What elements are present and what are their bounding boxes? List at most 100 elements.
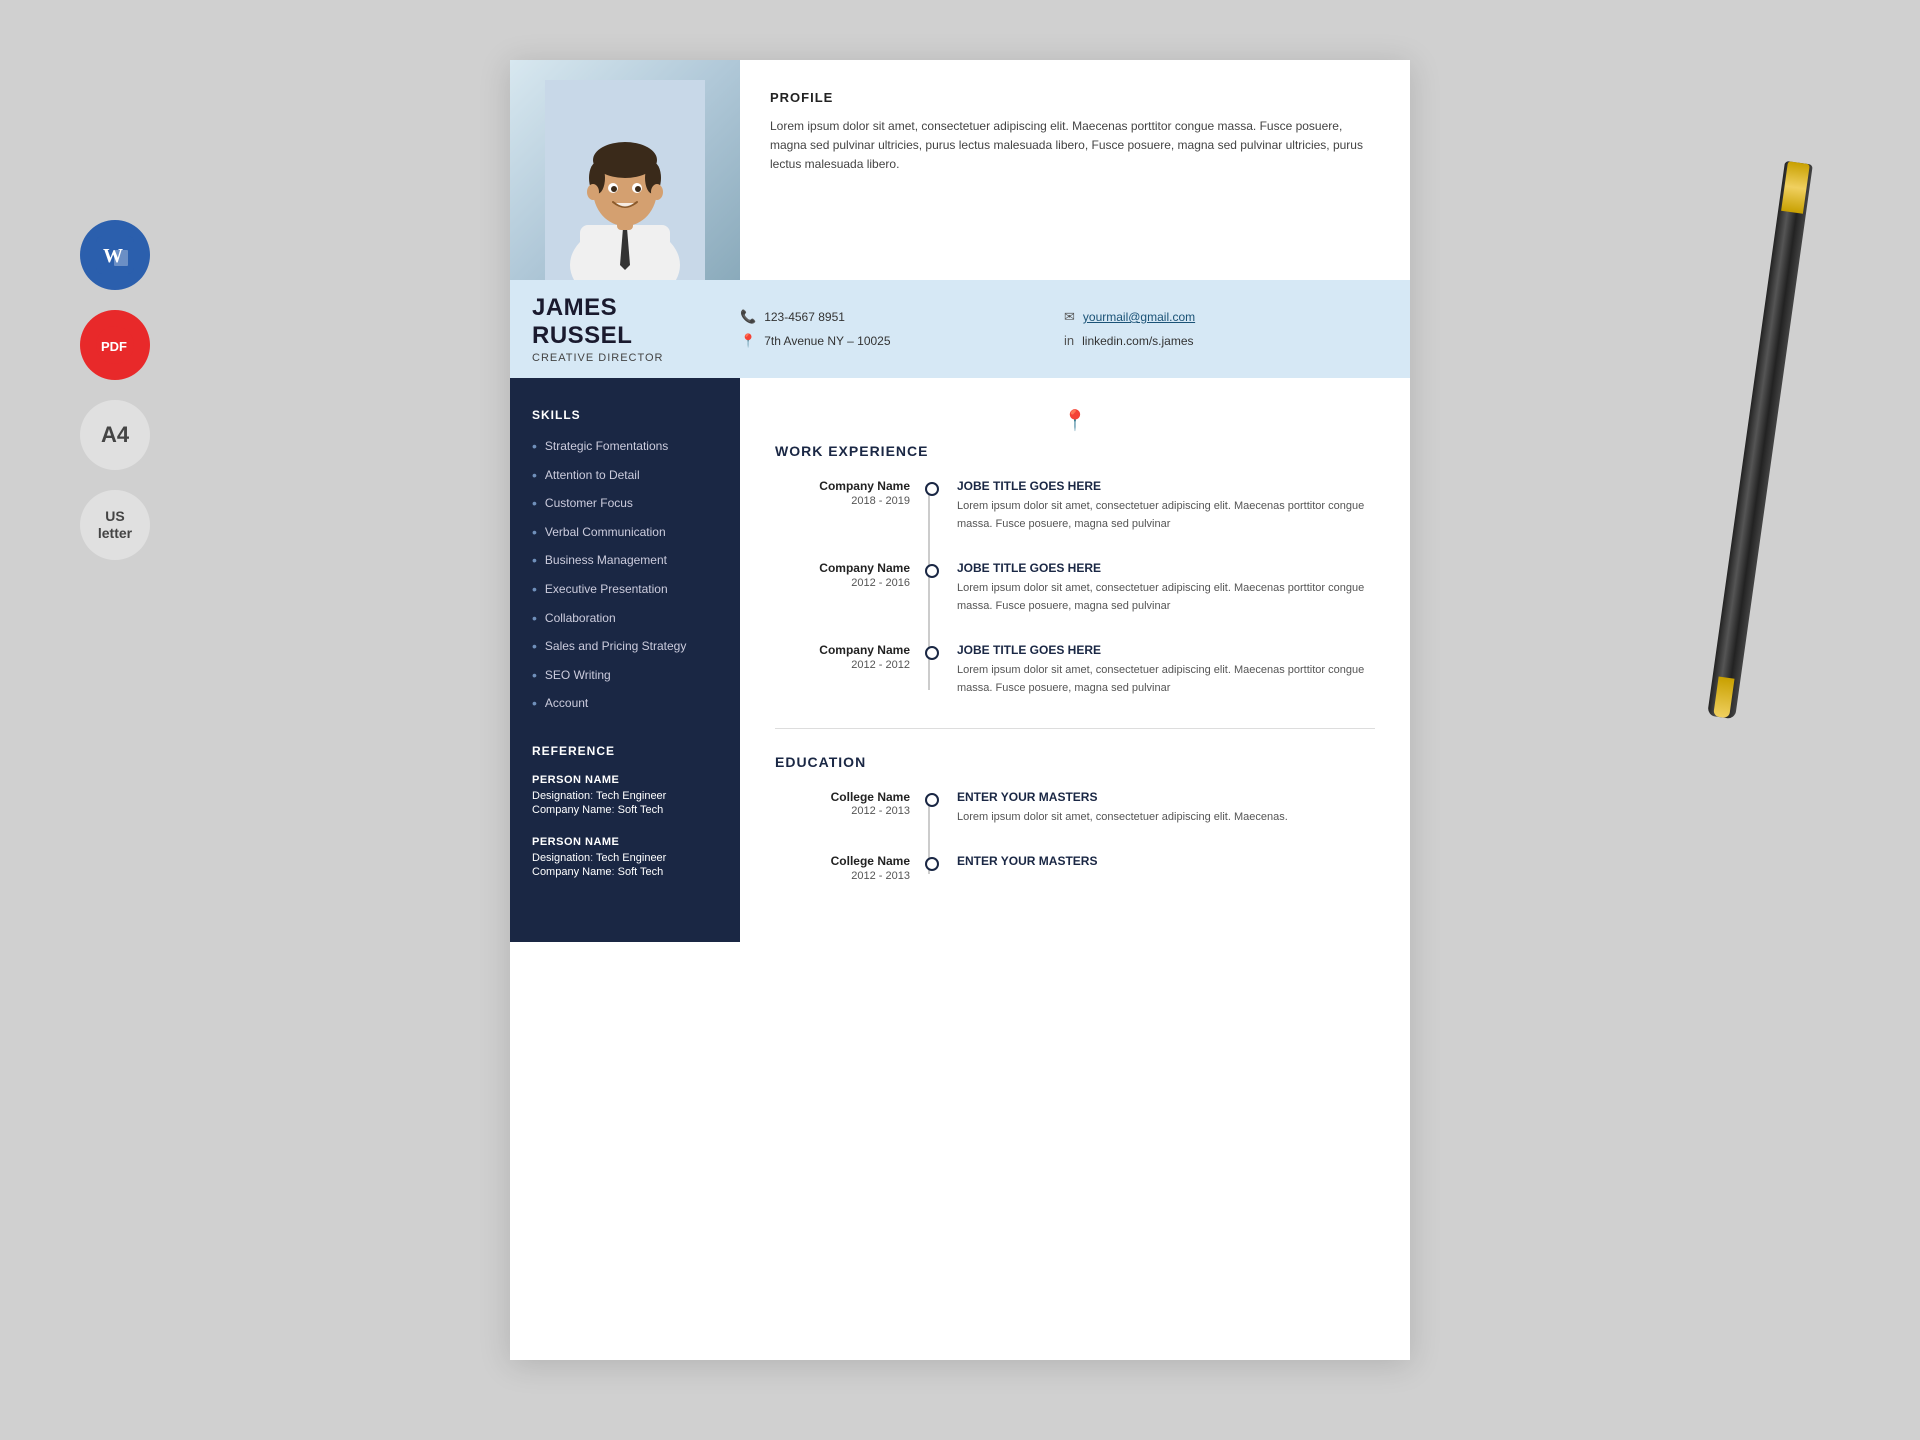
name-bar: JAMES RUSSEL CREATIVE DIRECTOR 📞 123-456… <box>510 280 1410 378</box>
work-item-1: Company Name 2018 - 2019 JOBE TITLE GOES… <box>775 479 1375 533</box>
side-icons-panel: W PDF A4 USletter <box>80 220 150 560</box>
ref-designation-value-1: Tech Engineer <box>596 790 666 802</box>
name-area: JAMES RUSSEL CREATIVE DIRECTOR <box>532 294 740 364</box>
edu-desc-1: Lorem ipsum dolor sit amet, consectetuer… <box>957 809 1375 827</box>
work-item-2-left: Company Name 2012 - 2016 <box>775 561 925 615</box>
timeline-dot-3 <box>925 646 939 660</box>
sidebar: SKILLS Strategic Fomentations Attention … <box>510 378 740 942</box>
work-experience-title: WORK EXPERIENCE <box>775 443 1375 459</box>
contact-address: 📍 7th Avenue NY – 10025 <box>740 333 1064 349</box>
edu-item-1-left: College Name 2012 - 2013 <box>775 790 925 827</box>
work-desc-3: Lorem ipsum dolor sit amet, consectetuer… <box>957 662 1375 697</box>
us-label: USletter <box>98 508 132 542</box>
list-item: Business Management <box>532 552 718 571</box>
edu-degree-2: ENTER YOUR MASTERS <box>957 854 1375 868</box>
person-name: JAMES RUSSEL <box>532 294 720 350</box>
pdf-icon[interactable]: PDF <box>80 310 150 380</box>
ref-designation-2: Designation: Tech Engineer <box>532 852 718 864</box>
work-item-3-right: JOBE TITLE GOES HERE Lorem ipsum dolor s… <box>939 643 1375 697</box>
work-item-3-left: Company Name 2012 - 2012 <box>775 643 925 697</box>
work-item-2: Company Name 2012 - 2016 JOBE TITLE GOES… <box>775 561 1375 615</box>
education-timeline: College Name 2012 - 2013 ENTER YOUR MAST… <box>775 790 1375 882</box>
work-title-1: JOBE TITLE GOES HERE <box>957 479 1375 493</box>
location-icon: 📍 <box>740 333 756 349</box>
list-item: SEO Writing <box>532 667 718 686</box>
header-top: PROFILE Lorem ipsum dolor sit amet, cons… <box>510 60 1410 280</box>
ref-name-1: PERSON NAME <box>532 774 718 786</box>
ref-designation-label-2: Designation <box>532 852 590 864</box>
photo-area <box>510 60 740 280</box>
work-experience-timeline: Company Name 2018 - 2019 JOBE TITLE GOES… <box>775 479 1375 698</box>
section-divider <box>775 728 1375 729</box>
contact-phone: 📞 123-4567 8951 <box>740 309 1064 325</box>
word-icon[interactable]: W <box>80 220 150 290</box>
ref-designation-1: Designation: Tech Engineer <box>532 790 718 802</box>
work-date-3: 2012 - 2012 <box>775 659 910 671</box>
work-company-3: Company Name <box>775 643 910 659</box>
pin-icon: 📍 <box>775 408 1375 433</box>
email-icon: ✉ <box>1064 309 1075 325</box>
reference-entry-2: PERSON NAME Designation: Tech Engineer C… <box>532 836 718 878</box>
linkedin-link[interactable]: linkedin.com/s.james <box>1082 334 1193 348</box>
a4-label: A4 <box>101 422 129 448</box>
list-item: Executive Presentation <box>532 581 718 600</box>
work-title-2: JOBE TITLE GOES HERE <box>957 561 1375 575</box>
work-title-3: JOBE TITLE GOES HERE <box>957 643 1375 657</box>
address-text: 7th Avenue NY – 10025 <box>764 334 890 348</box>
work-desc-2: Lorem ipsum dolor sit amet, consectetuer… <box>957 580 1375 615</box>
resume-header: PROFILE Lorem ipsum dolor sit amet, cons… <box>510 60 1410 378</box>
main-content: 📍 WORK EXPERIENCE Company Name 2018 - 20… <box>740 378 1410 942</box>
ref-company-label-2: Company Name <box>532 866 611 878</box>
email-link[interactable]: yourmail@gmail.com <box>1083 310 1195 324</box>
skills-list: Strategic Fomentations Attention to Deta… <box>532 438 718 714</box>
work-item-1-left: Company Name 2018 - 2019 <box>775 479 925 533</box>
ref-company-value-2: Soft Tech <box>618 866 664 878</box>
contact-col-left: 📞 123-4567 8951 📍 7th Avenue NY – 10025 <box>740 309 1064 349</box>
skills-section-title: SKILLS <box>532 408 718 422</box>
edu-item-1-right: ENTER YOUR MASTERS Lorem ipsum dolor sit… <box>939 790 1375 827</box>
work-date-2: 2012 - 2016 <box>775 577 910 589</box>
phone-icon: 📞 <box>740 309 756 325</box>
reference-section-title: REFERENCE <box>532 744 718 758</box>
edu-item-2-left: College Name 2012 - 2013 <box>775 854 925 882</box>
a4-icon[interactable]: A4 <box>80 400 150 470</box>
edu-item-1: College Name 2012 - 2013 ENTER YOUR MAST… <box>775 790 1375 827</box>
ref-company-2: Company Name: Soft Tech <box>532 866 718 878</box>
contact-info: 📞 123-4567 8951 📍 7th Avenue NY – 10025 … <box>740 309 1388 349</box>
pen-decoration <box>1730 160 1790 740</box>
edu-date-2: 2012 - 2013 <box>775 870 910 882</box>
list-item: Attention to Detail <box>532 467 718 486</box>
ref-name-2: PERSON NAME <box>532 836 718 848</box>
list-item: Collaboration <box>532 610 718 629</box>
edu-dot-2 <box>925 857 939 871</box>
svg-text:PDF: PDF <box>101 339 127 354</box>
work-desc-1: Lorem ipsum dolor sit amet, consectetuer… <box>957 498 1375 533</box>
resume-body: SKILLS Strategic Fomentations Attention … <box>510 378 1410 942</box>
phone-number: 123-4567 8951 <box>764 310 845 324</box>
timeline-dot-1 <box>925 482 939 496</box>
reference-entry-1: PERSON NAME Designation: Tech Engineer C… <box>532 774 718 816</box>
us-letter-icon[interactable]: USletter <box>80 490 150 560</box>
contact-col-right: ✉ yourmail@gmail.com in linkedin.com/s.j… <box>1064 309 1388 349</box>
profile-photo <box>510 60 740 280</box>
list-item: Strategic Fomentations <box>532 438 718 457</box>
work-company-1: Company Name <box>775 479 910 495</box>
edu-college-1: College Name <box>775 790 910 806</box>
linkedin-icon: in <box>1064 333 1074 348</box>
ref-company-1: Company Name: Soft Tech <box>532 804 718 816</box>
edu-item-2-right: ENTER YOUR MASTERS <box>939 854 1375 882</box>
profile-title: PROFILE <box>770 90 1380 105</box>
work-item-2-right: JOBE TITLE GOES HERE Lorem ipsum dolor s… <box>939 561 1375 615</box>
edu-degree-1: ENTER YOUR MASTERS <box>957 790 1375 804</box>
profile-section: PROFILE Lorem ipsum dolor sit amet, cons… <box>740 60 1410 280</box>
edu-item-2: College Name 2012 - 2013 ENTER YOUR MAST… <box>775 854 1375 882</box>
person-title: CREATIVE DIRECTOR <box>532 352 720 364</box>
work-date-1: 2018 - 2019 <box>775 495 910 507</box>
edu-dot-1 <box>925 793 939 807</box>
edu-college-2: College Name <box>775 854 910 870</box>
list-item: Verbal Communication <box>532 524 718 543</box>
contact-linkedin: in linkedin.com/s.james <box>1064 333 1388 348</box>
list-item: Customer Focus <box>532 495 718 514</box>
ref-designation-label-1: Designation <box>532 790 590 802</box>
ref-company-label-1: Company Name <box>532 804 611 816</box>
